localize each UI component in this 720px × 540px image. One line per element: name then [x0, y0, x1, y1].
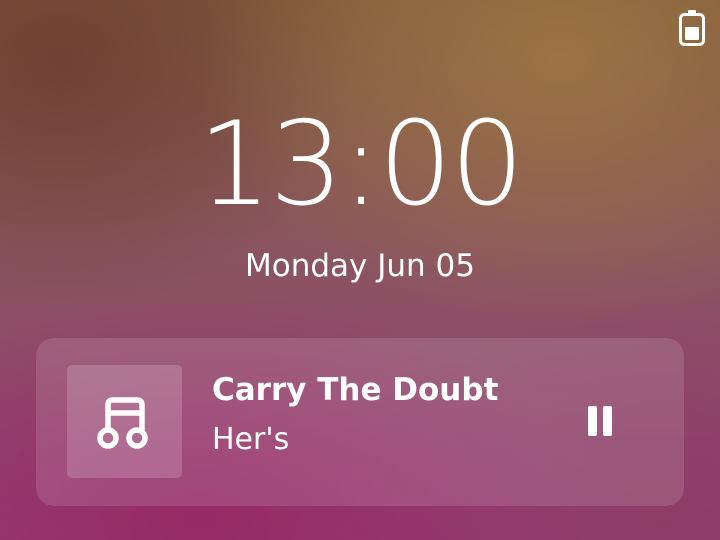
music-note-icon [97, 397, 148, 449]
pause-icon [588, 406, 597, 436]
pause-button[interactable] [574, 394, 626, 446]
media-player-card[interactable]: Carry The Doubt Her's [36, 338, 684, 506]
lock-screen-date: Monday Jun 05 [245, 248, 475, 284]
lock-screen-clock: 13:00 [197, 97, 524, 232]
battery-icon [679, 10, 705, 46]
album-art [67, 365, 182, 478]
track-title: Carry The Doubt [212, 372, 499, 408]
track-artist: Her's [212, 422, 290, 457]
